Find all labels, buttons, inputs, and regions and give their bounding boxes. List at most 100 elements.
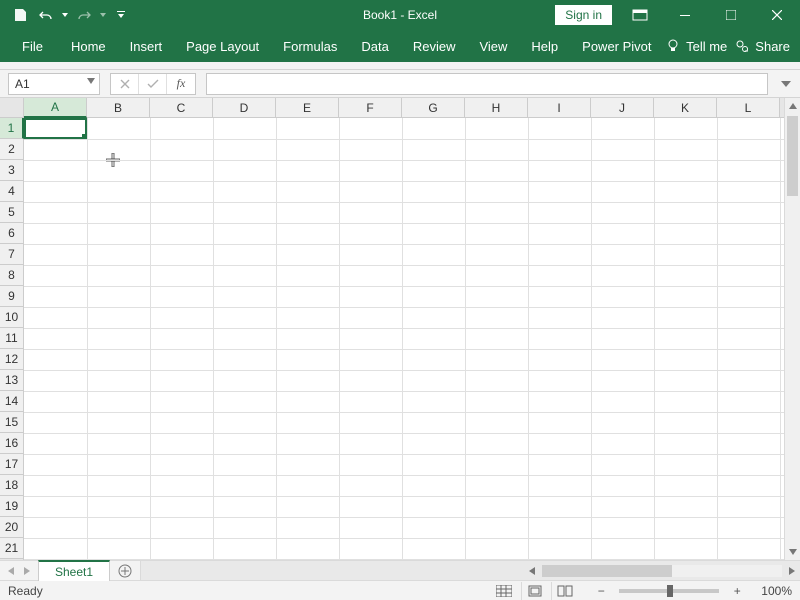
row-header-21[interactable]: 21 — [0, 538, 23, 559]
page-layout-view-button[interactable] — [521, 582, 547, 600]
row-header-9[interactable]: 9 — [0, 286, 23, 307]
normal-view-button[interactable] — [491, 582, 517, 600]
scroll-down-button[interactable] — [785, 544, 800, 560]
close-button[interactable] — [754, 0, 800, 30]
share-button[interactable]: Share — [735, 39, 790, 54]
save-button[interactable] — [8, 3, 32, 27]
row-header-12[interactable]: 12 — [0, 349, 23, 370]
tab-home[interactable]: Home — [59, 30, 118, 62]
hscroll-left-button[interactable] — [524, 567, 540, 575]
row-header-20[interactable]: 20 — [0, 517, 23, 538]
sheet-tab-active[interactable]: Sheet1 — [38, 560, 110, 581]
row-header-2[interactable]: 2 — [0, 139, 23, 160]
column-header-l[interactable]: L — [717, 98, 780, 117]
column-header-a[interactable]: A — [24, 98, 87, 118]
row-header-5[interactable]: 5 — [0, 202, 23, 223]
column-header-j[interactable]: J — [591, 98, 654, 117]
horizontal-scrollbar[interactable] — [542, 565, 782, 577]
row-header-8[interactable]: 8 — [0, 265, 23, 286]
status-bar: Ready − + 100% — [0, 580, 800, 600]
column-header-f[interactable]: F — [339, 98, 402, 117]
zoom-in-button[interactable]: + — [729, 584, 745, 598]
expand-formula-bar-button[interactable] — [778, 81, 794, 87]
redo-dropdown-icon[interactable] — [98, 13, 108, 17]
scroll-up-button[interactable] — [785, 98, 800, 114]
page-break-view-button[interactable] — [551, 582, 577, 600]
minimize-button[interactable] — [662, 0, 708, 30]
sheet-tab-bar: Sheet1 — [0, 560, 800, 580]
column-header-h[interactable]: H — [465, 98, 528, 117]
row-header-13[interactable]: 13 — [0, 370, 23, 391]
vertical-scroll-thumb[interactable] — [787, 116, 798, 196]
row-header-18[interactable]: 18 — [0, 475, 23, 496]
name-box[interactable]: A1 — [8, 73, 100, 95]
active-cell[interactable] — [24, 118, 87, 139]
tab-review[interactable]: Review — [401, 30, 468, 62]
minimize-icon — [680, 10, 690, 20]
tab-help[interactable]: Help — [519, 30, 570, 62]
cell-grid[interactable] — [24, 118, 784, 560]
column-header-b[interactable]: B — [87, 98, 150, 117]
sheet-nav-next-icon[interactable] — [24, 567, 30, 575]
tab-file[interactable]: File — [14, 30, 59, 62]
tab-insert[interactable]: Insert — [118, 30, 175, 62]
redo-button[interactable] — [72, 3, 96, 27]
column-header-d[interactable]: D — [213, 98, 276, 117]
zoom-slider-knob[interactable] — [667, 585, 673, 597]
column-header-c[interactable]: C — [150, 98, 213, 117]
row-header-4[interactable]: 4 — [0, 181, 23, 202]
undo-button[interactable] — [34, 3, 58, 27]
name-box-dropdown-icon[interactable] — [87, 78, 95, 84]
row-header-15[interactable]: 15 — [0, 412, 23, 433]
select-all-corner[interactable] — [0, 98, 24, 118]
horizontal-scroll-thumb[interactable] — [542, 565, 672, 577]
tab-formulas[interactable]: Formulas — [271, 30, 349, 62]
page-layout-icon — [527, 585, 543, 597]
column-header-i[interactable]: I — [528, 98, 591, 117]
tab-page-layout[interactable]: Page Layout — [174, 30, 271, 62]
chevron-down-icon — [789, 549, 797, 555]
row-header-16[interactable]: 16 — [0, 433, 23, 454]
cancel-formula-button[interactable] — [111, 74, 139, 94]
insert-function-button[interactable]: fx — [167, 74, 195, 94]
column-header-g[interactable]: G — [402, 98, 465, 117]
row-header-17[interactable]: 17 — [0, 454, 23, 475]
maximize-button[interactable] — [708, 0, 754, 30]
tab-data[interactable]: Data — [349, 30, 400, 62]
enter-formula-button[interactable] — [139, 74, 167, 94]
row-header-6[interactable]: 6 — [0, 223, 23, 244]
horizontal-scroll-area — [140, 561, 800, 580]
formula-buttons: fx — [110, 73, 196, 95]
tell-me-button[interactable]: Tell me — [666, 39, 727, 54]
close-icon — [772, 10, 782, 20]
hscroll-right-button[interactable] — [784, 567, 800, 575]
row-header-3[interactable]: 3 — [0, 160, 23, 181]
row-header-1[interactable]: 1 — [0, 118, 24, 139]
row-header-19[interactable]: 19 — [0, 496, 23, 517]
row-header-11[interactable]: 11 — [0, 328, 23, 349]
row-header-14[interactable]: 14 — [0, 391, 23, 412]
name-box-value: A1 — [15, 77, 30, 91]
formula-input[interactable] — [206, 73, 768, 95]
zoom-out-button[interactable]: − — [593, 584, 609, 598]
sheet-nav-prev-icon[interactable] — [8, 567, 14, 575]
column-header-e[interactable]: E — [276, 98, 339, 117]
zoom-slider[interactable] — [619, 589, 719, 593]
sign-in-button[interactable]: Sign in — [555, 5, 612, 25]
x-icon — [120, 79, 130, 89]
row-headers: 1 2 3 4 5 6 7 8 9 10 11 12 13 14 15 16 1… — [0, 118, 24, 560]
column-header-k[interactable]: K — [654, 98, 717, 117]
undo-dropdown-icon[interactable] — [60, 13, 70, 17]
zoom-level[interactable]: 100% — [761, 584, 792, 598]
vertical-scrollbar[interactable] — [784, 98, 800, 560]
tab-power-pivot[interactable]: Power Pivot — [570, 30, 663, 62]
ribbon-display-options-button[interactable] — [622, 0, 658, 30]
tab-view[interactable]: View — [467, 30, 519, 62]
page-break-icon — [557, 585, 573, 597]
qat-customize-icon[interactable] — [116, 11, 126, 19]
worksheet-area: A B C D E F G H I J K L 1 2 3 4 5 6 7 8 … — [0, 98, 800, 560]
row-header-7[interactable]: 7 — [0, 244, 23, 265]
row-header-10[interactable]: 10 — [0, 307, 23, 328]
chevron-down-icon — [781, 81, 791, 87]
new-sheet-button[interactable] — [110, 561, 140, 580]
